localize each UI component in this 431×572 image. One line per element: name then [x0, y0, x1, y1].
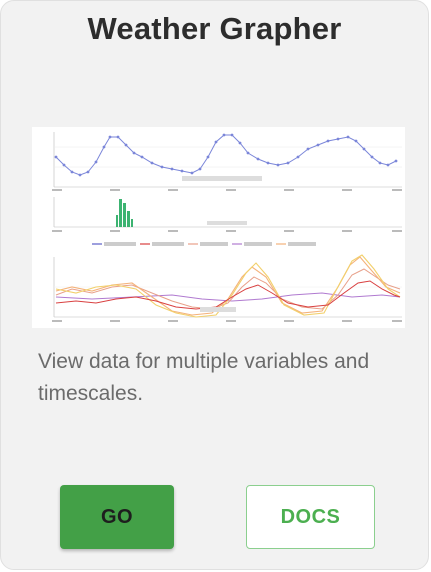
graph-thumbnail	[32, 127, 405, 328]
docs-button[interactable]: DOCS	[246, 485, 375, 549]
panel-multi-series	[52, 254, 402, 322]
card-title: Weather Grapher	[87, 11, 342, 46]
panel-temperature	[52, 132, 402, 191]
app-card: Weather Grapher View data for multiple v…	[0, 0, 429, 570]
card-description: View data for multiple variables and tim…	[38, 350, 370, 405]
legend-row	[92, 242, 316, 246]
panel-precipitation	[52, 197, 402, 232]
weather-graph-preview-icon	[52, 132, 402, 322]
go-button[interactable]: GO	[60, 485, 174, 549]
